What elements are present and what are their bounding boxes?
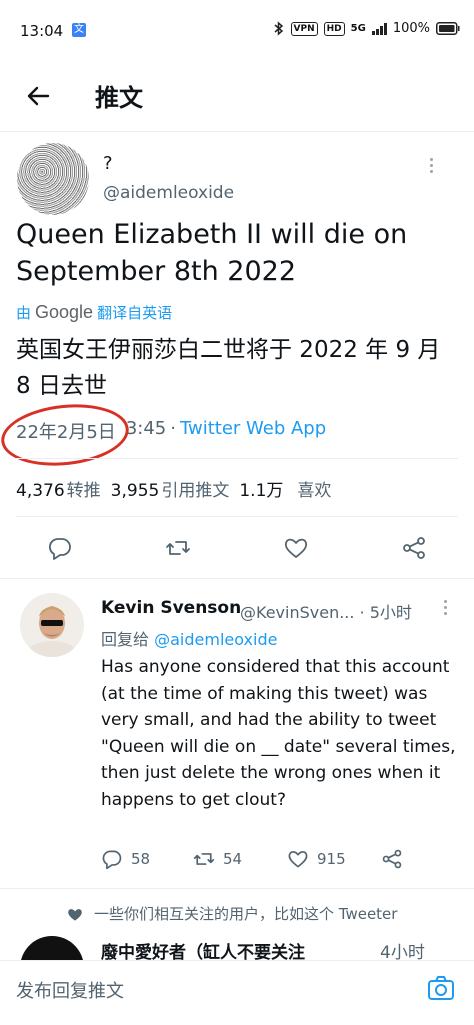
status-indicators: VPN HD 5G 100%: [273, 21, 460, 36]
replying-to-prefix: 回复给: [101, 630, 150, 649]
google-logo: Google: [35, 302, 94, 322]
translated-by-prefix: 由: [16, 304, 32, 322]
reply-retweet-action[interactable]: 54: [193, 848, 242, 870]
hd-badge: HD: [323, 21, 345, 36]
author-name[interactable]: ?: [103, 153, 113, 174]
author-avatar[interactable]: [17, 143, 89, 215]
reply-more-options-icon[interactable]: [444, 600, 450, 615]
tweet-time: 3:45: [125, 418, 167, 439]
social-context: 一些你们相互关注的用户，比如这个 Tweeter: [66, 903, 397, 924]
reply-author-name[interactable]: Kevin Svenson: [101, 598, 241, 618]
reply-text: Has anyone considered that this account …: [101, 657, 456, 810]
tweet-action-bar: [0, 530, 474, 566]
tweet-stats: 4,376 转推 3,955 引用推文 1.1万 喜欢: [16, 476, 331, 501]
retweet-icon: [193, 853, 215, 865]
translated-from-label: 翻译自英语: [97, 304, 173, 322]
divider: [0, 578, 474, 579]
divider: [16, 516, 458, 517]
retweet-icon[interactable]: [165, 535, 191, 561]
more-options-icon[interactable]: [430, 158, 436, 173]
signal-icon: [371, 22, 387, 35]
translation-attribution[interactable]: 由 Google 翻译自英语: [16, 302, 172, 323]
reply-handle-time[interactable]: @KevinSven... · 5小时: [240, 599, 412, 623]
status-bar: 13:04 文 VPN HD 5G 100%: [0, 0, 474, 62]
like-heart-icon: [288, 851, 308, 868]
meta-separator: ·: [170, 418, 176, 439]
reply-icon[interactable]: [47, 535, 73, 561]
battery-level: 100%: [392, 21, 430, 36]
heart-filled-icon: [68, 908, 82, 921]
reply-share-action[interactable]: [381, 848, 403, 870]
author-handle[interactable]: @aidemleoxide: [103, 183, 234, 203]
share-icon[interactable]: [401, 535, 427, 561]
battery-icon: [436, 22, 460, 35]
divider: [16, 458, 458, 459]
date-highlight-circle: [0, 398, 132, 472]
network-type: 5G: [350, 23, 366, 34]
reply-reply-action[interactable]: 58: [101, 848, 150, 870]
tweet-text: Queen Elizabeth II will die on September…: [16, 219, 408, 287]
tweet-source-link[interactable]: Twitter Web App: [180, 418, 326, 444]
like-heart-icon[interactable]: [283, 535, 309, 561]
reply-like-action[interactable]: 915: [287, 848, 346, 870]
retweet-count: 54: [223, 850, 243, 868]
status-time: 13:04: [20, 22, 64, 40]
reply-count: 58: [131, 850, 151, 868]
camera-icon[interactable]: [426, 973, 456, 1003]
translated-text: 英国女王伊丽莎白二世将于 2022 年 9 月 8 日去世: [16, 337, 441, 399]
compose-placeholder[interactable]: 发布回复推文: [16, 977, 124, 1003]
retweets-stat[interactable]: 4,376 转推: [16, 476, 101, 501]
bluetooth-icon: [274, 21, 283, 36]
vpn-badge: VPN: [290, 21, 318, 36]
quotes-stat[interactable]: 3,955 引用推文: [111, 476, 230, 501]
page-title: 推文: [95, 84, 143, 112]
reply-avatar-portrait: [26, 606, 78, 657]
divider: [0, 888, 474, 889]
reply-icon: [102, 850, 122, 870]
top-app-bar: 推文: [0, 62, 474, 132]
replying-to-handle[interactable]: @aidemleoxide: [154, 630, 277, 649]
social-context-text: 一些你们相互关注的用户，比如这个 Tweeter: [94, 905, 398, 923]
translate-indicator-icon: 文: [72, 23, 86, 37]
reply-author-avatar[interactable]: [20, 593, 84, 657]
replying-to: 回复给 @aidemleoxide: [101, 626, 277, 650]
likes-stat[interactable]: 1.1万 喜欢: [239, 476, 331, 501]
reply-compose-bar[interactable]: 发布回复推文: [0, 960, 474, 1025]
like-count: 915: [317, 850, 346, 868]
share-icon: [382, 849, 402, 869]
back-arrow-icon[interactable]: [22, 80, 54, 112]
